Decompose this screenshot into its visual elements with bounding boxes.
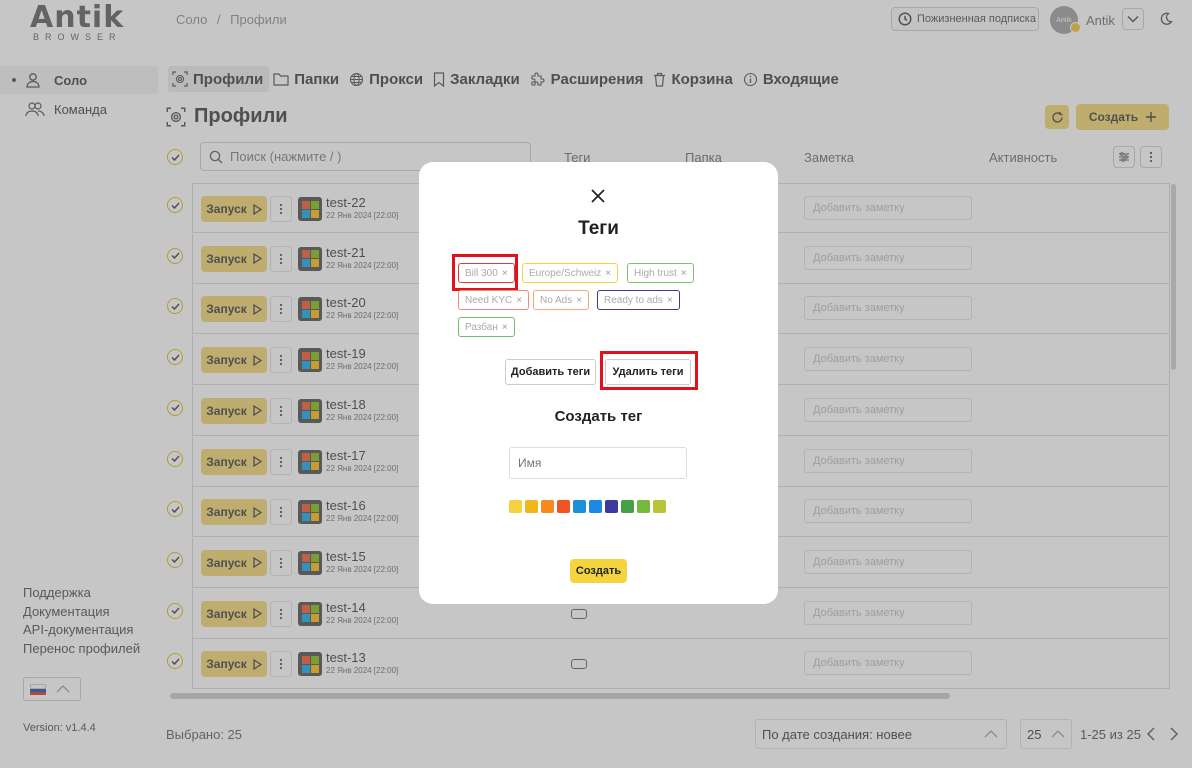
tag-label: Europe/Schweiz — [529, 267, 602, 279]
remove-tag-icon[interactable]: × — [681, 268, 687, 279]
tags-modal: Теги Bill 300 × Europe/Schweiz × High trus… — [419, 162, 778, 604]
tag-chip[interactable]: Разбан × — [458, 317, 515, 337]
color-swatch[interactable] — [573, 500, 586, 513]
tag-label: Разбан — [465, 321, 498, 333]
tag-label: Bill 300 — [465, 267, 498, 279]
tag-chip[interactable]: No Ads × — [533, 290, 590, 310]
remove-tag-icon[interactable]: × — [605, 268, 611, 279]
color-swatch[interactable] — [605, 500, 618, 513]
color-swatch[interactable] — [541, 500, 554, 513]
remove-tag-icon[interactable]: × — [576, 295, 582, 306]
close-button[interactable] — [591, 189, 605, 203]
close-icon — [591, 189, 605, 203]
color-swatches — [509, 500, 666, 513]
color-swatch[interactable] — [525, 500, 538, 513]
tag-label: High trust — [634, 267, 677, 279]
remove-tag-icon[interactable]: × — [502, 268, 508, 279]
tag-chip[interactable]: Need KYC × — [458, 290, 530, 310]
color-swatch[interactable] — [509, 500, 522, 513]
color-swatch[interactable] — [589, 500, 602, 513]
remove-tag-icon[interactable]: × — [667, 295, 673, 306]
tag-chip[interactable]: Europe/Schweiz × — [522, 263, 619, 283]
add-tags-button[interactable]: Добавить теги — [505, 359, 596, 385]
color-swatch[interactable] — [621, 500, 634, 513]
color-swatch[interactable] — [637, 500, 650, 513]
tag-chip[interactable]: Bill 300 × — [458, 263, 515, 283]
remove-tag-icon[interactable]: × — [516, 295, 522, 306]
tag-chip[interactable]: Ready to ads × — [597, 290, 680, 310]
delete-tags-button[interactable]: Удалить теги — [605, 359, 691, 385]
modal-title: Теги — [578, 218, 619, 239]
tag-name-input[interactable] — [509, 447, 687, 479]
tag-chip[interactable]: High trust × — [627, 263, 694, 283]
tag-label: No Ads — [540, 294, 573, 306]
create-tag-button[interactable]: Создать — [570, 559, 627, 583]
create-tag-title: Создать тег — [554, 408, 643, 425]
color-swatch[interactable] — [557, 500, 570, 513]
color-swatch[interactable] — [653, 500, 666, 513]
tag-label: Need KYC — [465, 294, 513, 306]
tag-label: Ready to ads — [604, 294, 663, 306]
remove-tag-icon[interactable]: × — [502, 322, 508, 333]
